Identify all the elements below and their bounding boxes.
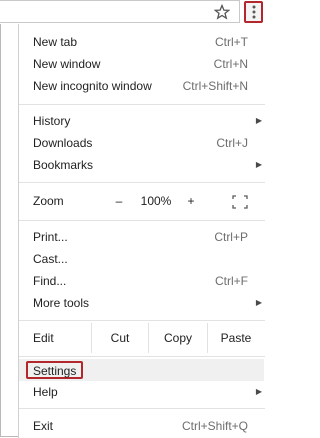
edit-row: Edit Cut Copy Paste xyxy=(19,323,264,353)
copy-button[interactable]: Copy xyxy=(149,323,207,353)
more-vertical-icon xyxy=(252,5,255,19)
menu-item-label: Downloads xyxy=(33,136,93,150)
menu-item-label: New window xyxy=(33,57,101,71)
submenu-arrow-icon: ▶ xyxy=(255,160,262,169)
zoom-level: 100% xyxy=(140,194,172,208)
menu-item-label: History xyxy=(33,114,71,128)
menu-separator xyxy=(19,104,265,105)
submenu-arrow-icon: ▶ xyxy=(255,387,262,396)
menu-item-shortcut: Ctrl+N xyxy=(213,57,248,71)
menu-separator xyxy=(19,408,265,409)
paste-button[interactable]: Paste xyxy=(208,323,264,353)
menu-item-label: Find... xyxy=(33,274,67,288)
menu-separator xyxy=(19,356,265,357)
browser-toolbar xyxy=(0,0,265,24)
menu-item-downloads[interactable]: Downloads Ctrl+J xyxy=(19,132,264,154)
menu-item-label: Print... xyxy=(33,230,68,244)
submenu-arrow-icon: ▶ xyxy=(255,116,262,125)
zoom-row: Zoom – 100% + xyxy=(19,186,264,216)
menu-separator xyxy=(19,182,265,183)
fullscreen-icon xyxy=(232,195,248,209)
menu-item-help[interactable]: Help ▶ xyxy=(19,381,264,403)
menu-separator xyxy=(19,220,265,221)
menu-item-find[interactable]: Find... Ctrl+F xyxy=(19,270,264,292)
star-icon[interactable] xyxy=(212,2,232,22)
menu-item-label: More tools xyxy=(33,296,90,310)
zoom-label: Zoom xyxy=(33,194,64,208)
menu-item-more-tools[interactable]: More tools ▶ xyxy=(19,292,264,314)
menu-item-shortcut: Ctrl+P xyxy=(214,230,248,244)
menu-item-settings[interactable]: Settings xyxy=(19,359,264,381)
menu-item-new-incognito-window[interactable]: New incognito window Ctrl+Shift+N xyxy=(19,75,264,97)
menu-item-shortcut: Ctrl+Shift+N xyxy=(182,79,248,93)
menu-item-history[interactable]: History ▶ xyxy=(19,110,264,132)
menu-item-shortcut: Ctrl+F xyxy=(215,274,248,288)
menu-item-label: New tab xyxy=(33,35,78,49)
menu-item-new-window[interactable]: New window Ctrl+N xyxy=(19,53,264,75)
edit-label: Edit xyxy=(33,331,54,345)
zoom-in-button[interactable]: + xyxy=(181,186,201,216)
zoom-out-button[interactable]: – xyxy=(109,186,129,216)
menu-item-label: Cast... xyxy=(33,252,68,266)
menu-item-label: Bookmarks xyxy=(33,158,94,172)
menu-item-exit[interactable]: Exit Ctrl+Shift+Q xyxy=(19,415,264,437)
menu-item-shortcut: Ctrl+J xyxy=(216,136,248,150)
menu-item-shortcut: Ctrl+Shift+Q xyxy=(181,419,248,433)
cut-button[interactable]: Cut xyxy=(92,323,148,353)
settings-highlight-box: Settings xyxy=(26,361,84,379)
menu-item-label: Exit xyxy=(33,419,54,433)
menu-item-new-tab[interactable]: New tab Ctrl+T xyxy=(19,31,264,53)
menu-item-print[interactable]: Print... Ctrl+P xyxy=(19,226,264,248)
fullscreen-button[interactable] xyxy=(225,186,255,216)
menu-item-cast[interactable]: Cast... xyxy=(19,248,264,270)
chrome-menu: New tab Ctrl+T New window Ctrl+N New inc… xyxy=(18,24,265,438)
menu-separator xyxy=(19,320,265,321)
submenu-arrow-icon: ▶ xyxy=(255,298,262,307)
menu-item-shortcut: Ctrl+T xyxy=(215,35,248,49)
menu-item-label: New incognito window xyxy=(33,79,152,93)
menu-button[interactable] xyxy=(244,1,263,23)
menu-item-bookmarks[interactable]: Bookmarks ▶ xyxy=(19,154,264,176)
address-bar[interactable] xyxy=(0,0,240,23)
menu-item-label: Help xyxy=(33,385,58,399)
